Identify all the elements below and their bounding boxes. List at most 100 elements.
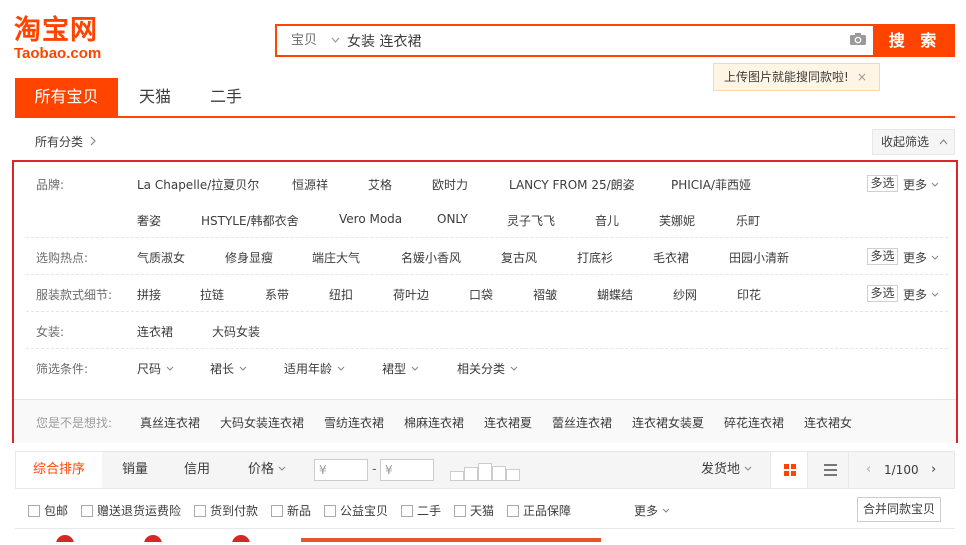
checkbox-new[interactable]: 新品 [271,502,311,519]
suggestion-item[interactable]: 棉麻连衣裙 [404,414,464,431]
condition-dropdown-related[interactable]: 相关分类 [457,360,518,377]
price-min-input[interactable]: ¥ [314,459,368,481]
brand-item[interactable]: 欧时力 [432,176,468,193]
women-item[interactable]: 大码女装 [212,323,260,340]
search-button[interactable]: 搜 索 [875,24,955,57]
suggestion-item[interactable]: 真丝连衣裙 [140,414,200,431]
chevron-right-icon [90,135,96,149]
condition-dropdown-size[interactable]: 尺码 [137,360,174,377]
next-page-icon[interactable]: › [931,452,936,488]
suggestion-item[interactable]: 雪纺连衣裙 [324,414,384,431]
condition-dropdown-length[interactable]: 裙长 [210,360,247,377]
detail-item[interactable]: 拉链 [200,286,224,303]
checkbox-second-hand[interactable]: 二手 [401,502,441,519]
sort-default[interactable]: 综合排序 [16,452,102,488]
sort-sales[interactable]: 销量 [122,452,148,488]
brand-item[interactable]: Vero Moda [339,212,402,226]
camera-icon[interactable] [849,32,867,46]
sort-price[interactable]: 价格 [248,452,286,488]
checkbox-return-insurance[interactable]: 赠送退货运费险 [81,502,181,519]
suggestion-label: 您是不是想找: [36,416,113,430]
checkbox-box[interactable] [507,505,519,517]
price-max-input[interactable]: ¥ [380,459,434,481]
more-label: 更多 [903,178,928,192]
brand-item[interactable]: HSTYLE/韩都衣舍 [201,212,299,229]
detail-item[interactable]: 纽扣 [329,286,353,303]
checkbox-box[interactable] [454,505,466,517]
tab-tmall[interactable]: 天猫 [127,78,183,116]
more-button-hot[interactable]: 更多 [903,249,939,266]
merge-same-items-button[interactable]: 合并同款宝贝 [857,497,941,522]
location-dropdown[interactable]: 发货地 [701,452,752,488]
checkbox-box[interactable] [401,505,413,517]
multi-select-button-hot[interactable]: 多选 [867,248,898,265]
checkbox-genuine[interactable]: 正品保障 [507,502,571,519]
hot-item[interactable]: 毛衣裙 [653,249,689,266]
brand-item[interactable]: PHICIA/菲西娅 [671,176,751,193]
checkbox-charity[interactable]: 公益宝贝 [324,502,388,519]
multi-select-button-detail[interactable]: 多选 [867,285,898,302]
hot-item[interactable]: 复古风 [501,249,537,266]
sort-bar: 综合排序 销量 信用 价格 ¥ - ¥ 发货地 ‹ 1/100 › [15,451,955,489]
search-category-select[interactable]: 宝贝 [277,26,343,55]
search-input[interactable] [347,26,827,55]
sort-credit[interactable]: 信用 [184,452,210,488]
condition-dropdown-age[interactable]: 适用年龄 [284,360,345,377]
brand-item[interactable]: 恒源祥 [292,176,328,193]
collapse-filter-button[interactable]: 收起筛选 [872,129,955,155]
hot-item[interactable]: 名媛小香风 [401,249,461,266]
brand-item[interactable]: 灵子飞飞 [507,212,555,229]
more-button-detail[interactable]: 更多 [903,286,939,303]
women-item[interactable]: 连衣裙 [137,323,173,340]
tab-second-hand[interactable]: 二手 [198,78,254,116]
checkbox-tmall[interactable]: 天猫 [454,502,494,519]
brand-item[interactable]: ONLY [437,212,468,226]
tab-all-items[interactable]: 所有宝贝 [15,78,118,116]
more-button-brand[interactable]: 更多 [903,176,939,193]
checkbox-box[interactable] [271,505,283,517]
grid-view-icon[interactable] [770,452,808,488]
checkbox-cod[interactable]: 货到付款 [194,502,258,519]
brand-item[interactable]: La Chapelle/拉夏贝尔 [137,176,259,193]
suggestion-item[interactable]: 碎花连衣裙 [724,414,784,431]
hot-item[interactable]: 打底衫 [577,249,613,266]
detail-item[interactable]: 系带 [265,286,289,303]
brand-item[interactable]: 乐町 [736,212,760,229]
condition-dropdown-type[interactable]: 裙型 [382,360,419,377]
multi-select-button-brand[interactable]: 多选 [867,175,898,192]
detail-item[interactable]: 印花 [737,286,761,303]
suggestion-item[interactable]: 连衣裙女装夏 [632,414,704,431]
suggestion-item[interactable]: 连衣裙夏 [484,414,532,431]
brand-item[interactable]: 奢姿 [137,212,161,229]
detail-item[interactable]: 荷叶边 [393,286,429,303]
chevron-up-icon [939,135,948,149]
hot-item[interactable]: 气质淑女 [137,249,185,266]
checkbox-box[interactable] [324,505,336,517]
brand-item[interactable]: 音儿 [595,212,619,229]
detail-item[interactable]: 蝴蝶结 [597,286,633,303]
checkbox-box[interactable] [28,505,40,517]
detail-item[interactable]: 纱网 [673,286,697,303]
filter-row-women: 女装: 连衣裙 大码女装 [26,312,948,349]
hot-item[interactable]: 修身显瘦 [225,249,273,266]
prev-page-icon[interactable]: ‹ [866,452,871,488]
checkbox-free-shipping[interactable]: 包邮 [28,502,68,519]
hot-item[interactable]: 田园小清新 [729,249,789,266]
all-categories-link[interactable]: 所有分类 [35,133,96,151]
detail-item[interactable]: 拼接 [137,286,161,303]
brand-item[interactable]: 芙娜妮 [659,212,695,229]
suggestion-item[interactable]: 大码女装连衣裙 [220,414,304,431]
checkbox-box[interactable] [81,505,93,517]
brand-item[interactable]: 艾格 [368,176,392,193]
brand-item[interactable]: LANCY FROM 25/朗姿 [509,176,635,193]
dropdown-label: 裙型 [382,362,407,376]
more-options-dropdown[interactable]: 更多 [634,502,670,519]
hot-item[interactable]: 端庄大气 [312,249,360,266]
checkbox-box[interactable] [194,505,206,517]
suggestion-item[interactable]: 连衣裙女 [804,414,852,431]
detail-item[interactable]: 口袋 [469,286,493,303]
list-view-icon[interactable] [811,452,849,488]
detail-item[interactable]: 褶皱 [533,286,557,303]
taobao-logo[interactable]: 淘宝网 Taobao.com [14,16,124,62]
suggestion-item[interactable]: 蕾丝连衣裙 [552,414,612,431]
